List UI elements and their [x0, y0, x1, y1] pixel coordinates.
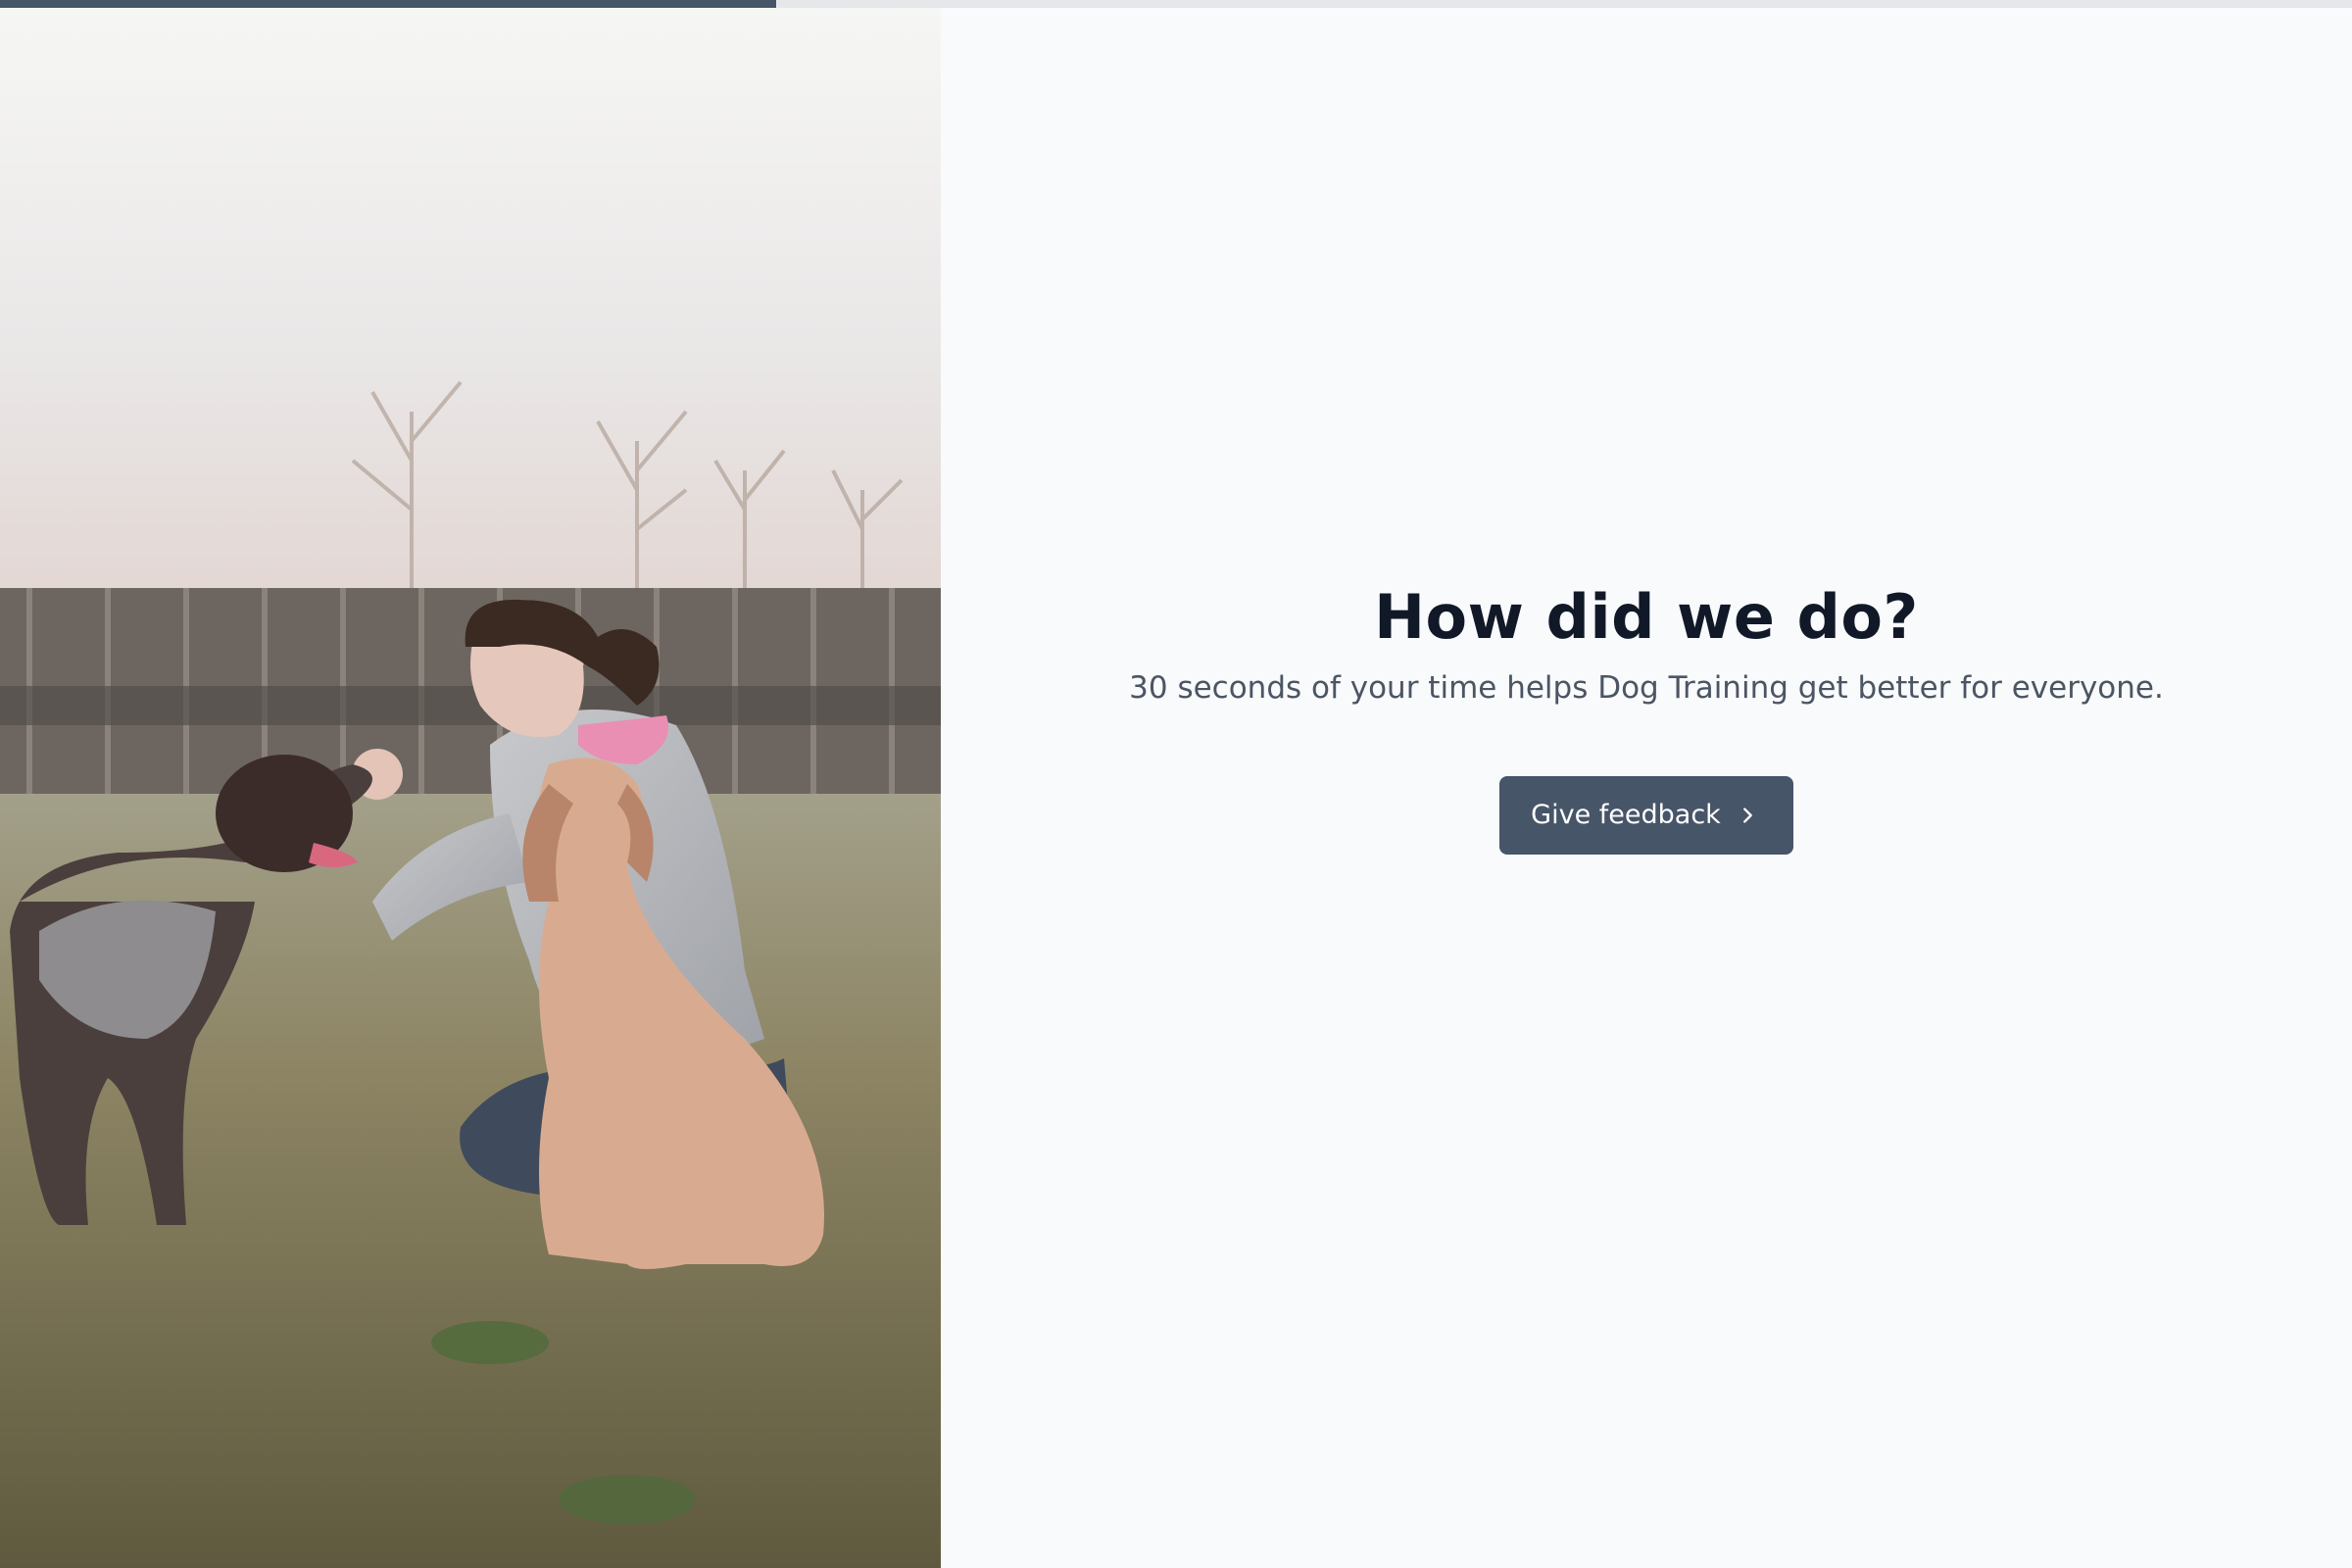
page-subtitle: 30 seconds of your time helps Dog Traini… [1129, 669, 2164, 706]
progress-bar-fill [0, 0, 776, 8]
feedback-prompt: How did we do? 30 seconds of your time h… [941, 0, 2352, 1568]
progress-bar [0, 0, 2352, 8]
feedback-page: How did we do? 30 seconds of your time h… [0, 0, 2352, 1568]
chevron-right-icon [1737, 805, 1758, 826]
hero-image [0, 0, 941, 1568]
page-title: How did we do? [1374, 580, 1919, 653]
give-feedback-button[interactable]: Give feedback [1499, 775, 1793, 855]
give-feedback-label: Give feedback [1531, 800, 1721, 830]
